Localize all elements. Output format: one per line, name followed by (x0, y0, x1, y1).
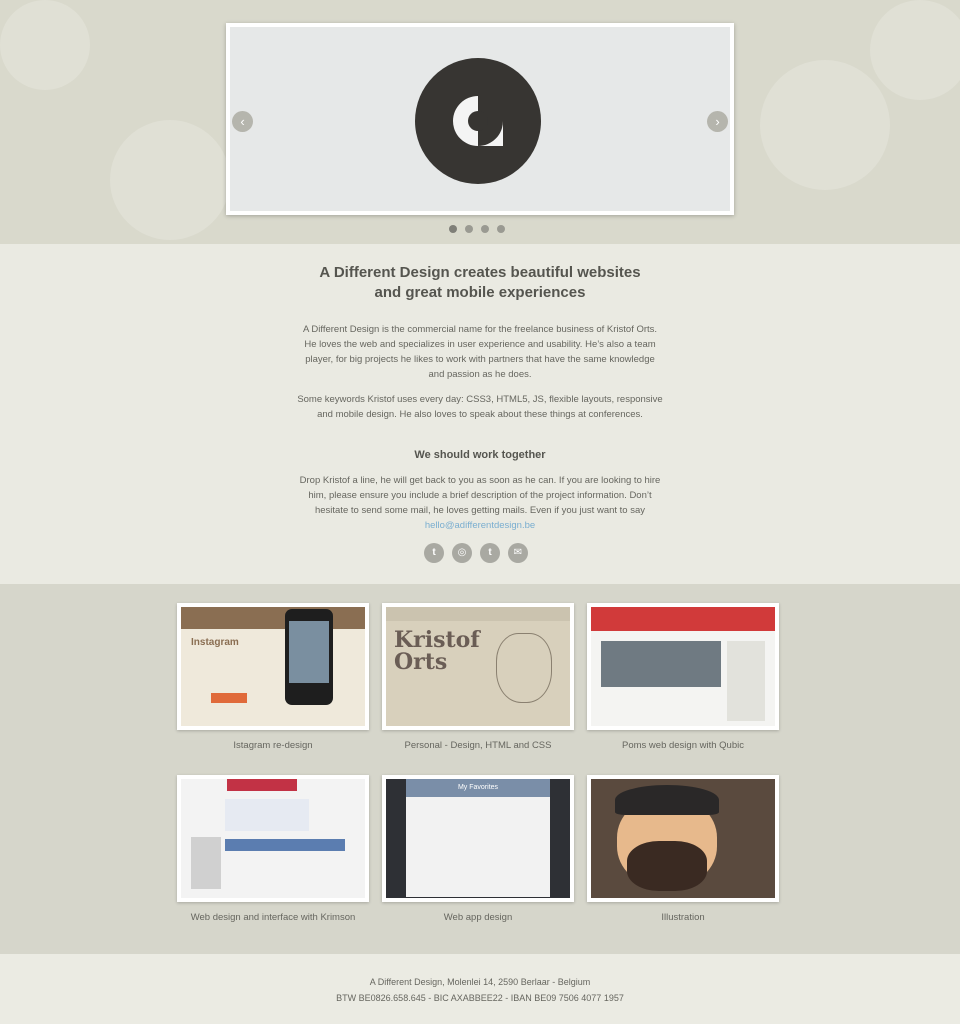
thumb-title: Kristof Orts (394, 627, 480, 675)
portfolio-thumbnail[interactable]: My Favorites (382, 775, 574, 902)
chevron-right-icon: › (715, 114, 720, 129)
slider-prev-button[interactable]: ‹ (232, 111, 253, 132)
intro-paragraph-1: A Different Design is the commercial nam… (302, 324, 658, 380)
illustration-thumbnail-art (591, 779, 775, 898)
twitter-icon[interactable]: t (424, 543, 444, 563)
headline-line-2: and great mobile experiences (374, 284, 586, 301)
thumb-nav-bar (386, 607, 570, 621)
portfolio-thumbnail[interactable]: Kristof Orts (382, 603, 574, 730)
poms-thumbnail-art (591, 607, 775, 726)
portfolio-item[interactable]: Instagram Istagram re-design (177, 603, 369, 751)
intro-section: A Different Design creates beautiful web… (0, 244, 960, 584)
bokeh-decoration (760, 60, 890, 190)
slider-next-button[interactable]: › (707, 111, 728, 132)
slider-dot-3[interactable] (481, 225, 489, 233)
contact-paragraph: Drop Kristof a line, he will get back to… (296, 473, 664, 533)
slider-dot-1[interactable] (449, 225, 457, 233)
social-links: t ◎ t ✉ (424, 543, 528, 563)
bokeh-decoration (0, 0, 90, 90)
thumb-title: My Favorites (406, 779, 550, 797)
portfolio-caption: Illustration (661, 912, 705, 923)
contact-text: Drop Kristof a line, he will get back to… (299, 475, 661, 516)
lumberjack-beard (627, 841, 707, 891)
portfolio-item[interactable]: Kristof Orts Personal - Design, HTML and… (382, 603, 574, 751)
headline-line-1: A Different Design creates beautiful web… (319, 264, 641, 281)
thumb-banner (225, 839, 345, 851)
portfolio-item[interactable]: Illustration (587, 775, 779, 923)
thumb-header-band (591, 607, 775, 631)
portfolio-caption: Poms web design with Qubic (622, 740, 744, 751)
thumb-header-band (227, 779, 297, 791)
thumb-title: Instagram (191, 637, 239, 648)
bokeh-decoration (870, 0, 960, 100)
phone-screen (289, 621, 329, 683)
slider-dot-4[interactable] (497, 225, 505, 233)
portfolio-section: Instagram Istagram re-design Kristof Ort… (0, 584, 960, 954)
app-store-badge (211, 693, 247, 703)
page-headline: A Different Design creates beautiful web… (280, 263, 680, 303)
portfolio-thumbnail[interactable] (587, 775, 779, 902)
portfolio-caption: Web app design (443, 912, 513, 923)
tumblr-icon[interactable]: t (480, 543, 500, 563)
footer-company-info: BTW BE0826.658.645 - BIC AXABBEE22 - IBA… (336, 993, 624, 1003)
personal-thumbnail-art: Kristof Orts (386, 607, 570, 726)
thumb-tweet-list (406, 797, 550, 897)
portfolio-thumbnail[interactable] (177, 775, 369, 902)
footer-address: A Different Design, Molenlei 14, 2590 Be… (369, 977, 591, 987)
portfolio-caption: Istagram re-design (233, 740, 313, 751)
portfolio-caption: Web design and interface with Krimson (190, 912, 356, 923)
email-link[interactable]: hello@adifferentdesign.be (425, 520, 535, 531)
lumberjack-hat (615, 785, 719, 815)
footer: A Different Design, Molenlei 14, 2590 Be… (0, 954, 960, 1024)
logo-mark-icon (453, 96, 503, 146)
portfolio-item[interactable]: Web design and interface with Krimson (177, 775, 369, 923)
thumb-hero-image (601, 641, 721, 687)
sketch-portrait (496, 633, 552, 703)
slider-dot-2[interactable] (465, 225, 473, 233)
bokeh-decoration (110, 120, 230, 240)
image-slider (226, 23, 734, 215)
web-app-thumbnail-art: My Favorites (386, 779, 570, 898)
portfolio-thumbnail[interactable]: Instagram (177, 603, 369, 730)
thumb-content-box (225, 799, 309, 831)
dribbble-icon[interactable]: ◎ (452, 543, 472, 563)
portfolio-item[interactable]: My Favorites Web app design (382, 775, 574, 923)
hero-section: ‹ › (0, 0, 960, 244)
instagram-thumbnail-art: Instagram (181, 607, 365, 726)
mail-icon[interactable]: ✉ (508, 543, 528, 563)
thumb-menu (191, 837, 221, 889)
thumb-sidebar (727, 641, 765, 721)
contact-heading: We should work together (414, 449, 546, 461)
krimson-thumbnail-art (181, 779, 365, 898)
portfolio-caption: Personal - Design, HTML and CSS (404, 740, 552, 751)
a-different-design-logo (415, 58, 541, 184)
thumb-header-band (181, 607, 365, 629)
chevron-left-icon: ‹ (240, 114, 245, 129)
portfolio-item[interactable]: Poms web design with Qubic (587, 603, 779, 751)
slider-pagination (449, 225, 505, 233)
intro-paragraph-2: Some keywords Kristof uses every day: CS… (297, 394, 663, 420)
portfolio-thumbnail[interactable] (587, 603, 779, 730)
slide-image (230, 27, 730, 211)
